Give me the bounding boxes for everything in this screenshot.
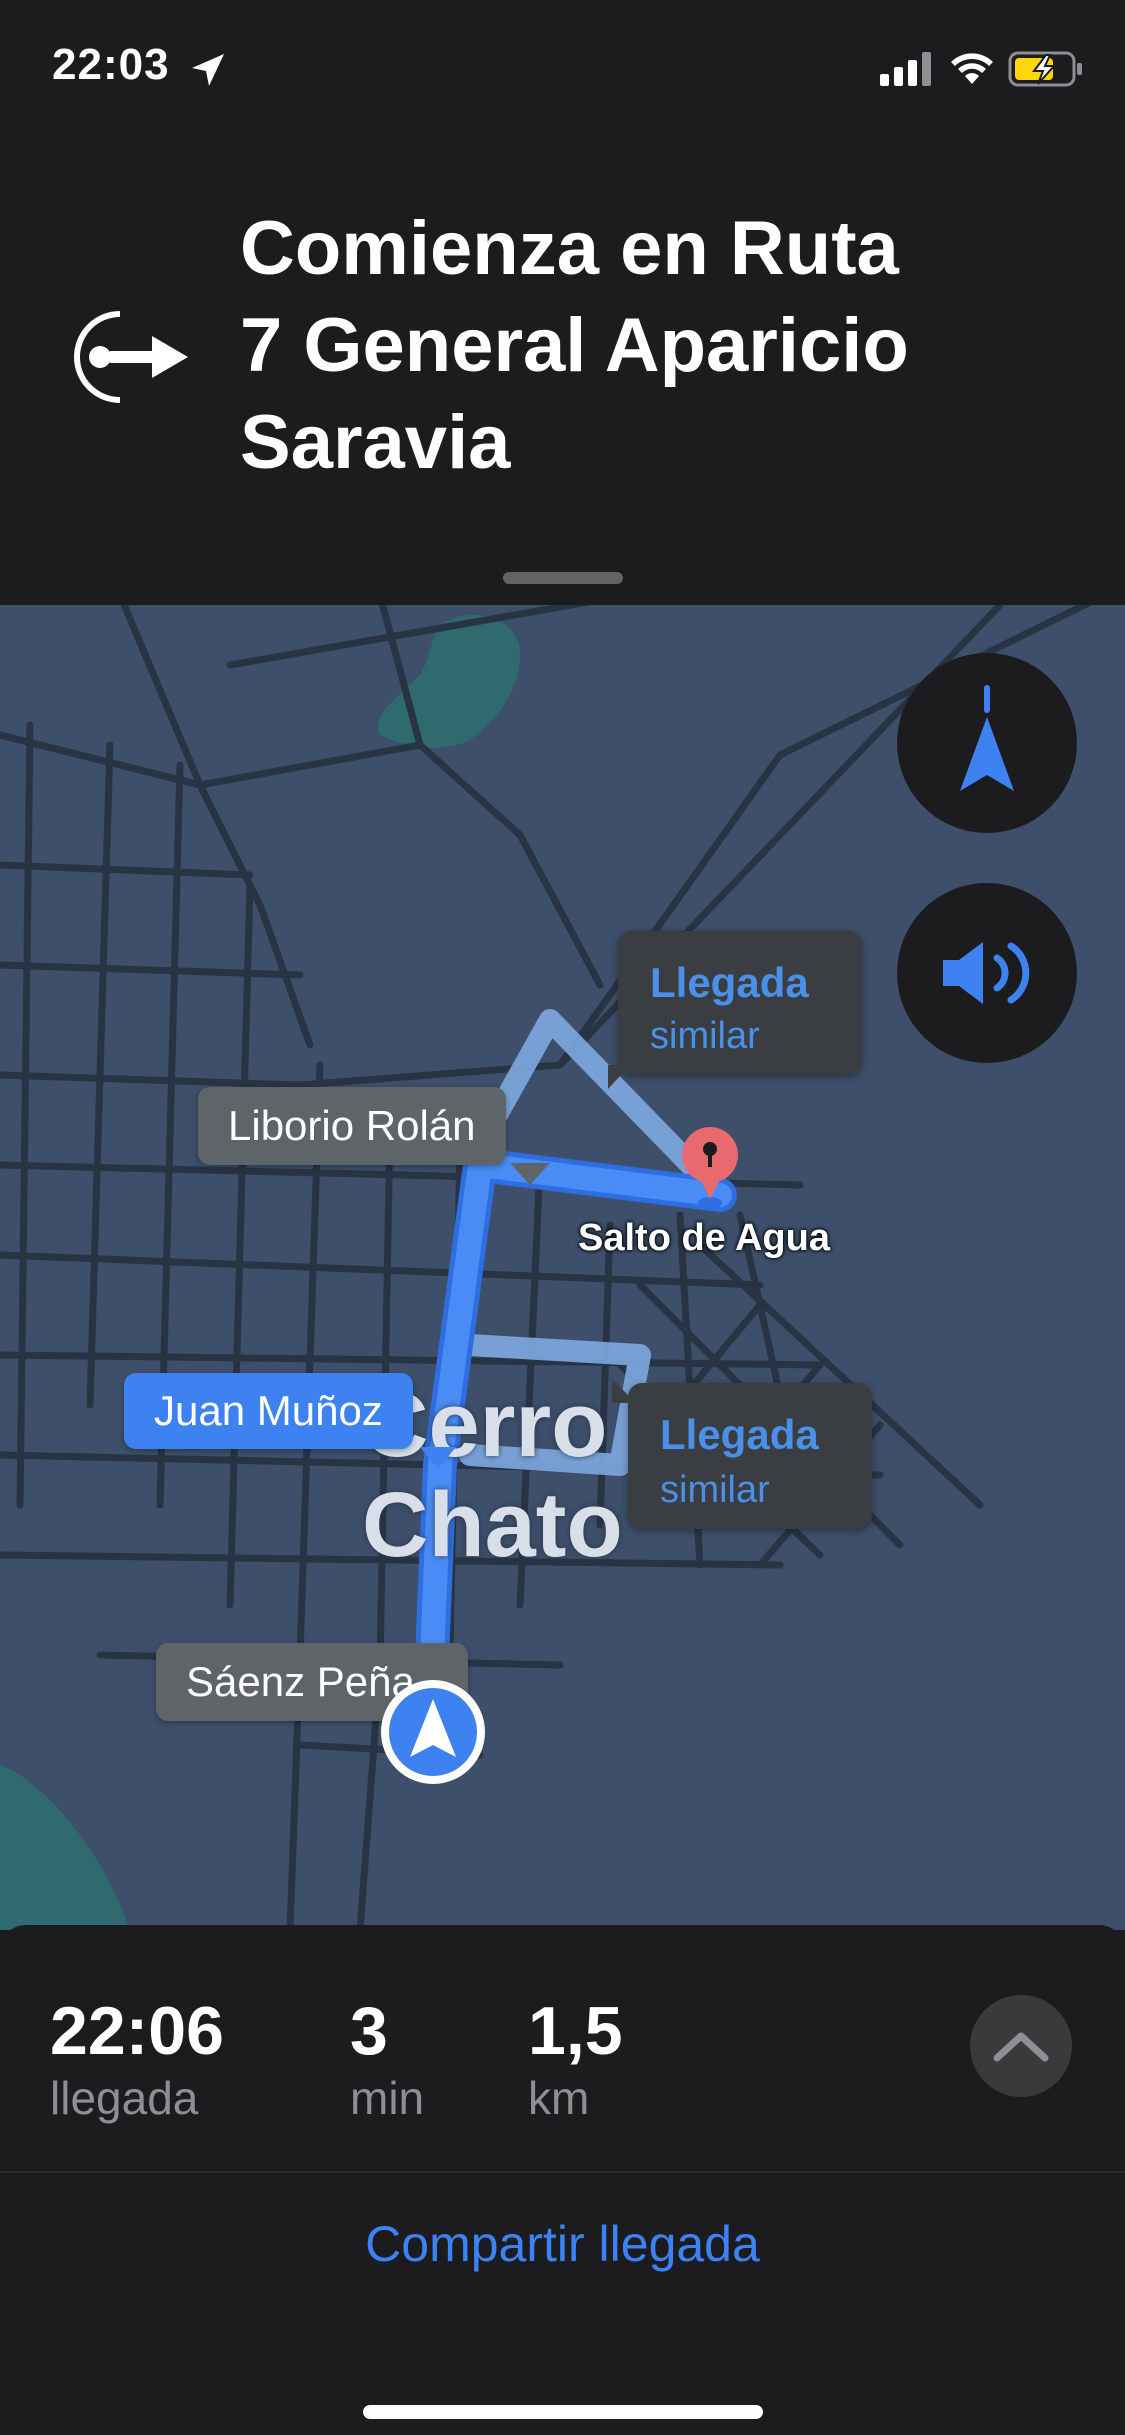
duration-stat: 3 min xyxy=(350,1993,424,2125)
grabber-handle[interactable] xyxy=(503,572,623,584)
water-body xyxy=(0,1765,130,1930)
callout-title: Llegada xyxy=(660,1411,819,1458)
distance-value: 1,5 xyxy=(528,1993,623,2069)
expand-button[interactable] xyxy=(970,1995,1072,2097)
status-time: 22:03 xyxy=(52,40,170,89)
duration-value: 3 xyxy=(350,1993,388,2069)
arrival-time: 22:06 xyxy=(50,1993,224,2069)
compass-button[interactable] xyxy=(897,653,1077,833)
callout-pointer xyxy=(612,1379,636,1403)
speaker-volume-icon xyxy=(943,942,1030,1004)
city-label-line: Chato xyxy=(362,1474,623,1576)
instruction-text: Comienza en Ruta 7 General Aparicio Sara… xyxy=(240,200,1100,491)
map-view[interactable]: Cerro Chato Salto de Agua Liborio Rolán … xyxy=(0,605,1125,1930)
distance-label: km xyxy=(528,2072,590,2124)
callout-title: Llegada xyxy=(650,959,809,1006)
north-arrow-icon xyxy=(960,685,1014,791)
road-label-pointer xyxy=(510,1163,550,1185)
navigation-instruction-banner[interactable]: Comienza en Ruta 7 General Aparicio Sara… xyxy=(0,140,1125,605)
arrival-stat: 22:06 llegada xyxy=(50,1993,224,2125)
destination-label[interactable]: Salto de Agua xyxy=(578,1217,830,1260)
cellular-signal-icon xyxy=(880,52,931,86)
home-indicator[interactable] xyxy=(363,2405,763,2419)
duration-label: min xyxy=(350,2072,425,2124)
alternate-route-callout[interactable]: Llegada similar xyxy=(628,1383,872,1529)
instruction-line: Saravia xyxy=(240,400,511,485)
status-bar: 22:03 xyxy=(0,0,1125,140)
instruction-line: 7 General Aparicio xyxy=(240,303,909,388)
chevron-up-icon xyxy=(993,2032,1049,2062)
callout-subtitle: similar xyxy=(660,1469,770,1511)
alternate-route-callout[interactable]: Llegada similar xyxy=(618,931,862,1075)
road-label-juan[interactable]: Juan Muñoz xyxy=(124,1373,413,1449)
destination-pin-icon[interactable] xyxy=(680,1125,740,1215)
callout-pointer xyxy=(608,1065,630,1089)
location-arrow-icon xyxy=(192,54,224,86)
distance-stat: 1,5 km xyxy=(528,1993,623,2125)
divider xyxy=(0,2171,1125,2173)
trip-summary-card[interactable]: 22:06 llegada 3 min 1,5 km Compartir lle… xyxy=(0,1925,1125,2435)
navigation-arrow-icon xyxy=(381,1680,485,1784)
share-arrival-button[interactable]: Compartir llegada xyxy=(0,2215,1125,2273)
road-label-liborio[interactable]: Liborio Rolán xyxy=(198,1087,506,1165)
arrival-label: llegada xyxy=(50,2072,199,2124)
road-label-pointer xyxy=(420,1447,456,1469)
start-route-arrow-icon xyxy=(74,311,188,403)
audio-button[interactable] xyxy=(897,883,1077,1063)
callout-subtitle: similar xyxy=(650,1015,760,1057)
instruction-line: Comienza en Ruta xyxy=(240,206,899,291)
battery-charging-icon xyxy=(1008,51,1082,87)
wifi-icon xyxy=(951,53,993,84)
